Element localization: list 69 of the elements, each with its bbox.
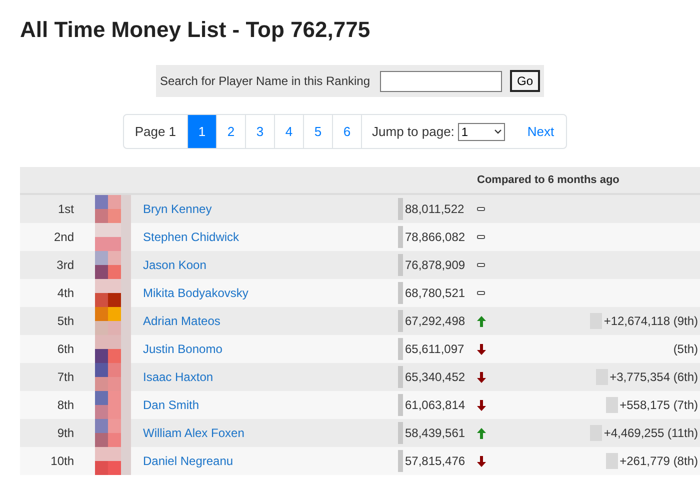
previous-cell-text: +261,779 (8th) bbox=[620, 453, 698, 470]
player-link[interactable]: Jason Koon bbox=[143, 258, 206, 272]
rank-cell: 9th bbox=[57, 426, 74, 440]
page-title: All Time Money List - Top 762,775 bbox=[20, 16, 372, 44]
go-button[interactable]: Go bbox=[510, 70, 540, 92]
rank-cell: 7th bbox=[57, 370, 74, 384]
page-label: Page 1 bbox=[134, 122, 178, 141]
rank-cell: 8th bbox=[57, 398, 74, 412]
rank-cell: 6th bbox=[57, 342, 74, 356]
money-bar bbox=[398, 198, 403, 220]
player-link[interactable]: Justin Bonomo bbox=[143, 342, 222, 356]
player-link[interactable]: Mikita Bodyakovsky bbox=[143, 286, 248, 300]
money-bar bbox=[398, 366, 403, 388]
money-cell-text: 88,011,522 bbox=[405, 201, 464, 218]
rank-cell: 4th bbox=[57, 286, 74, 300]
search-field[interactable] bbox=[380, 70, 502, 92]
next-link[interactable]: Next bbox=[515, 115, 566, 148]
arrow-up-icon bbox=[476, 316, 486, 326]
money-bar bbox=[398, 226, 403, 248]
dash-icon bbox=[477, 263, 485, 267]
player-link[interactable]: Stephen Chidwick bbox=[143, 230, 240, 244]
page-link[interactable]: 1 bbox=[187, 115, 216, 148]
previous-cell-text: +558,175 (7th) bbox=[620, 397, 698, 414]
dash-icon bbox=[477, 235, 485, 239]
player-link[interactable]: Isaac Haxton bbox=[143, 370, 214, 384]
arrow-down-icon bbox=[476, 456, 486, 466]
dash-icon bbox=[477, 207, 485, 211]
arrow-down-icon bbox=[476, 400, 486, 410]
rank-cell: 10th bbox=[50, 454, 74, 468]
money-bar bbox=[398, 422, 403, 444]
player-link[interactable]: Dan Smith bbox=[143, 398, 200, 412]
money-bar bbox=[398, 450, 403, 472]
player-link[interactable]: Bryn Kenney bbox=[143, 202, 212, 216]
player-link[interactable]: William Alex Foxen bbox=[143, 426, 244, 440]
rank-cell: 3rd bbox=[56, 258, 74, 272]
money-cell-text: 67,292,498 bbox=[405, 313, 466, 330]
rank-cell: 2nd bbox=[54, 230, 74, 244]
previous-cell-text: +3,775,354 (6th) bbox=[610, 369, 698, 386]
money-cell-text: 57,815,476 bbox=[405, 453, 466, 470]
rank-cell: 1st bbox=[58, 202, 74, 216]
rank-cell: 5th bbox=[57, 314, 74, 328]
chevron-down-icon bbox=[494, 129, 502, 134]
page-select[interactable]: 1 bbox=[458, 122, 506, 140]
previous-cell-text: (5th) bbox=[673, 341, 698, 358]
money-cell-text: 76,878,909 bbox=[405, 257, 466, 274]
arrow-up-icon bbox=[476, 428, 486, 438]
jump-label: Jump to page: bbox=[372, 122, 454, 141]
column-header: Compared to 6 months ago bbox=[477, 172, 620, 188]
money-cell-text: 61,063,814 bbox=[405, 397, 466, 414]
previous-cell-text: +12,674,118 (9th) bbox=[604, 313, 698, 330]
arrow-down-icon bbox=[476, 344, 486, 354]
money-cell-text: 65,340,452 bbox=[405, 369, 466, 386]
money-bar bbox=[398, 338, 403, 360]
money-bar bbox=[398, 282, 403, 304]
money-bar bbox=[398, 310, 403, 332]
money-bar bbox=[398, 254, 403, 276]
previous-cell-text: +4,469,255 (11th) bbox=[604, 425, 698, 442]
search-label: Search for Player Name in this Ranking bbox=[160, 73, 370, 90]
money-cell-text: 68,780,521 bbox=[405, 285, 466, 302]
gain-bar bbox=[606, 453, 618, 469]
money-bar bbox=[398, 394, 403, 416]
money-cell-text: 65,611,097 bbox=[405, 341, 464, 358]
dash-icon bbox=[477, 291, 485, 295]
player-link[interactable]: Adrian Mateos bbox=[143, 314, 220, 328]
player-link[interactable]: Daniel Negreanu bbox=[143, 454, 234, 468]
gain-bar bbox=[606, 397, 618, 413]
money-cell-text: 78,866,082 bbox=[405, 229, 466, 246]
arrow-down-icon bbox=[476, 372, 486, 382]
money-cell-text: 58,439,561 bbox=[405, 425, 466, 442]
